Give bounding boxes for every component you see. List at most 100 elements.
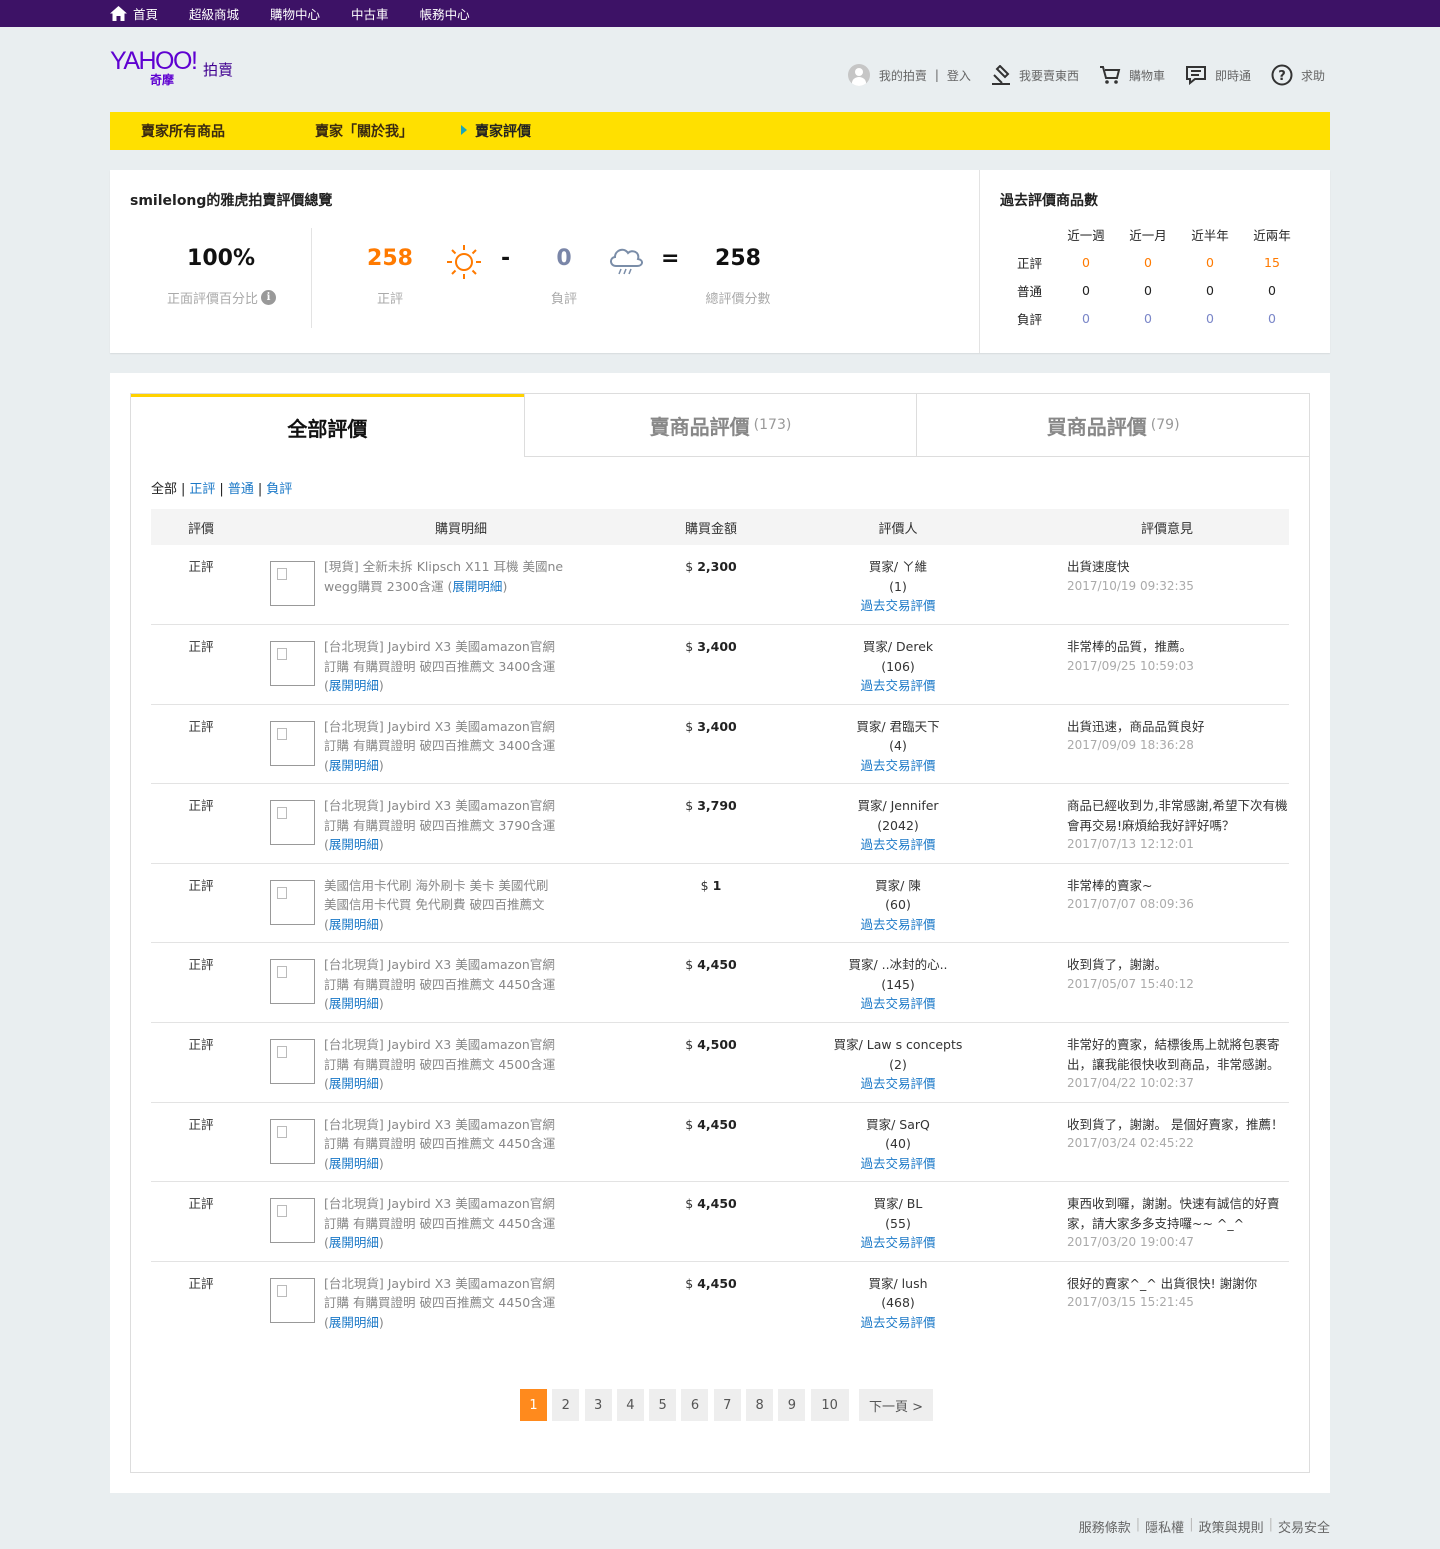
expand-detail-link[interactable]: 展開明細 (329, 1235, 379, 1250)
footer-terms[interactable]: 服務條款 (1079, 1517, 1131, 1536)
rater-name[interactable]: 買家/ Derek (751, 637, 1045, 657)
filter-sep: | (257, 482, 263, 497)
login-link[interactable]: 登入 (947, 67, 971, 84)
rater-name[interactable]: 買家/ Jennifer (751, 796, 1045, 816)
rater-name[interactable]: 買家/ 陳 (751, 876, 1045, 896)
row-amount: $ 4,450 (671, 1182, 751, 1262)
rater-name[interactable]: 買家/ Law s concepts (751, 1035, 1045, 1055)
item-thumbnail[interactable] (270, 879, 315, 925)
past-ratings-link[interactable]: 過去交易評價 (860, 678, 935, 693)
item-thumbnail[interactable] (270, 1198, 315, 1244)
page-button[interactable]: 9 (778, 1389, 806, 1421)
past-header-blank (1005, 220, 1055, 248)
past-ratings-link[interactable]: 過去交易評價 (860, 837, 935, 852)
page-button[interactable]: 2 (552, 1389, 580, 1421)
item-thumbnail[interactable] (270, 641, 315, 687)
past-ratings-link[interactable]: 過去交易評價 (860, 598, 935, 613)
tab-selling-ratings[interactable]: 賣商品評價 (173) (523, 394, 917, 457)
expand-detail-link[interactable]: 展開明細 (329, 996, 379, 1011)
expand-detail-link[interactable]: 展開明細 (329, 917, 379, 932)
subnav-about-me[interactable]: 賣家「關於我」 (315, 121, 413, 141)
expand-detail-link[interactable]: 展開明細 (329, 758, 379, 773)
page-button[interactable]: 4 (616, 1389, 644, 1421)
topbar-usedcar-link[interactable]: 中古車 (351, 4, 389, 23)
cart-link[interactable]: 購物車 (1099, 65, 1165, 85)
rater-name[interactable]: 買家/ 君臨天下 (751, 717, 1045, 737)
comment-text: 東西收到囉，謝謝。快速有誠信的好賣家，請大家多多支持囉~~ ^_^ (1067, 1196, 1280, 1231)
sell-link[interactable]: 我要賣東西 (991, 65, 1079, 85)
footer-safety[interactable]: 交易安全 (1278, 1517, 1330, 1536)
expand-detail-link[interactable]: 展開明細 (329, 1076, 379, 1091)
topbar-home-link[interactable]: 首頁 (110, 4, 158, 23)
item-thumbnail[interactable] (270, 800, 315, 846)
item-title[interactable]: [現貨] 全新未拆 Klipsch X11 耳機 美國ne wegg購買 230… (324, 559, 563, 594)
topbar-supermall-link[interactable]: 超級商城 (189, 4, 239, 23)
item-text: [台北現貨] Jaybird X3 美國amazon官網訂購 有購買證明 破四百… (324, 718, 556, 773)
page-button[interactable]: 10 (810, 1389, 849, 1421)
row-amount: $ 2,300 (671, 545, 751, 625)
help-icon: ? (1271, 64, 1293, 86)
past-ratings-link[interactable]: 過去交易評價 (860, 1076, 935, 1091)
amount-value: 3,790 (697, 798, 737, 814)
item-text: [台北現貨] Jaybird X3 美國amazon官網訂購 有購買證明 破四百… (324, 1275, 556, 1330)
tab-all-ratings[interactable]: 全部評價 (131, 394, 524, 457)
item-thumbnail[interactable] (270, 561, 315, 606)
expand-detail-link[interactable]: 展開明細 (452, 579, 502, 594)
table-row: 正評 [台北現貨] Jaybird X3 美國amazon官網訂購 有購買證明 破… (151, 1102, 1289, 1182)
page-button[interactable]: 3 (584, 1389, 612, 1421)
item-thumbnail[interactable] (270, 1118, 315, 1164)
expand-detail-link[interactable]: 展開明細 (329, 1315, 379, 1330)
filter-all[interactable]: 全部 (151, 482, 177, 497)
expand-detail-link[interactable]: 展開明細 (329, 837, 379, 852)
tab-label: 賣商品評價 (649, 414, 750, 439)
filter-positive[interactable]: 正評 (189, 482, 215, 497)
past-ratings-link[interactable]: 過去交易評價 (860, 917, 935, 932)
topbar-account-link[interactable]: 帳務中心 (420, 4, 470, 23)
topbar-shopping-link[interactable]: 購物中心 (270, 4, 320, 23)
filter-neutral[interactable]: 普通 (228, 482, 254, 497)
page-button[interactable]: 7 (713, 1389, 741, 1421)
next-page-button[interactable]: 下一頁 > (858, 1389, 933, 1421)
expand-detail-link[interactable]: 展開明細 (329, 678, 379, 693)
subnav-seller-rating[interactable]: 賣家評價 (461, 121, 531, 141)
page-button-current[interactable]: 1 (520, 1389, 547, 1421)
past-ratings-link[interactable]: 過去交易評價 (860, 758, 935, 773)
past-ratings-link[interactable]: 過去交易評價 (860, 1156, 935, 1171)
item-thumbnail[interactable] (270, 1039, 315, 1085)
filter-sep: | (181, 482, 186, 497)
page-button[interactable]: 6 (681, 1389, 709, 1421)
yahoo-auction-logo[interactable]: YAHOO! 奇摩 拍賣 (110, 47, 240, 91)
past-ratings-link[interactable]: 過去交易評價 (860, 1315, 935, 1330)
my-auction-link[interactable]: 我的拍賣 (879, 67, 927, 84)
comment-date: 2017/09/09 18:36:28 (1067, 738, 1194, 753)
table-row: 正評 [台北現貨] Jaybird X3 美國amazon官網訂購 有購買證明 破… (151, 625, 1289, 705)
rater-name[interactable]: 買家/ BL (751, 1194, 1045, 1214)
row-rating: 正評 (188, 1196, 214, 1212)
ratings-tabs: 全部評價 賣商品評價 (173) 買商品評價 (79) (131, 394, 1310, 457)
rater-name[interactable]: 買家/ ㄚ維 (751, 557, 1045, 577)
past-ratings-link[interactable]: 過去交易評價 (860, 1235, 935, 1250)
expand-detail-link[interactable]: 展開明細 (329, 1156, 379, 1171)
item-thumbnail[interactable] (270, 1277, 315, 1323)
past-cell: 0 (1144, 282, 1152, 298)
footer-privacy[interactable]: 隱私權 (1145, 1517, 1184, 1536)
tab-buying-ratings[interactable]: 買商品評價 (79) (916, 394, 1310, 457)
page-button[interactable]: 5 (649, 1389, 677, 1421)
row-comment: 非常好的賣家，結標後馬上就將包裹寄出，讓我能很快收到商品，非常感謝。 2017/0… (1045, 1023, 1289, 1103)
filter-negative[interactable]: 負評 (266, 482, 292, 497)
rater-name[interactable]: 買家/ lush (751, 1274, 1045, 1294)
item-thumbnail[interactable] (270, 720, 315, 766)
comment-date: 2017/05/07 15:40:12 (1067, 976, 1194, 991)
subnav-all-items[interactable]: 賣家所有商品 (141, 121, 225, 141)
info-icon[interactable]: i (261, 290, 276, 305)
item-thumbnail[interactable] (270, 959, 315, 1005)
comment-text: 商品已經收到ㄌ,非常感謝,希望下次有機會再交易!麻煩給我好評好嗎？ (1067, 798, 1288, 833)
page-button[interactable]: 8 (746, 1389, 774, 1421)
footer-policy[interactable]: 政策與規則 (1199, 1517, 1264, 1536)
help-link[interactable]: ? 求助 (1271, 64, 1325, 86)
row-rater: 買家/ 陳 (60) 過去交易評價 (751, 863, 1045, 943)
rater-name[interactable]: 買家/ ..冰封的心.. (751, 955, 1045, 975)
messenger-link[interactable]: 即時通 (1185, 65, 1251, 85)
rater-name[interactable]: 買家/ SarQ (751, 1115, 1045, 1135)
past-ratings-link[interactable]: 過去交易評價 (860, 996, 935, 1011)
